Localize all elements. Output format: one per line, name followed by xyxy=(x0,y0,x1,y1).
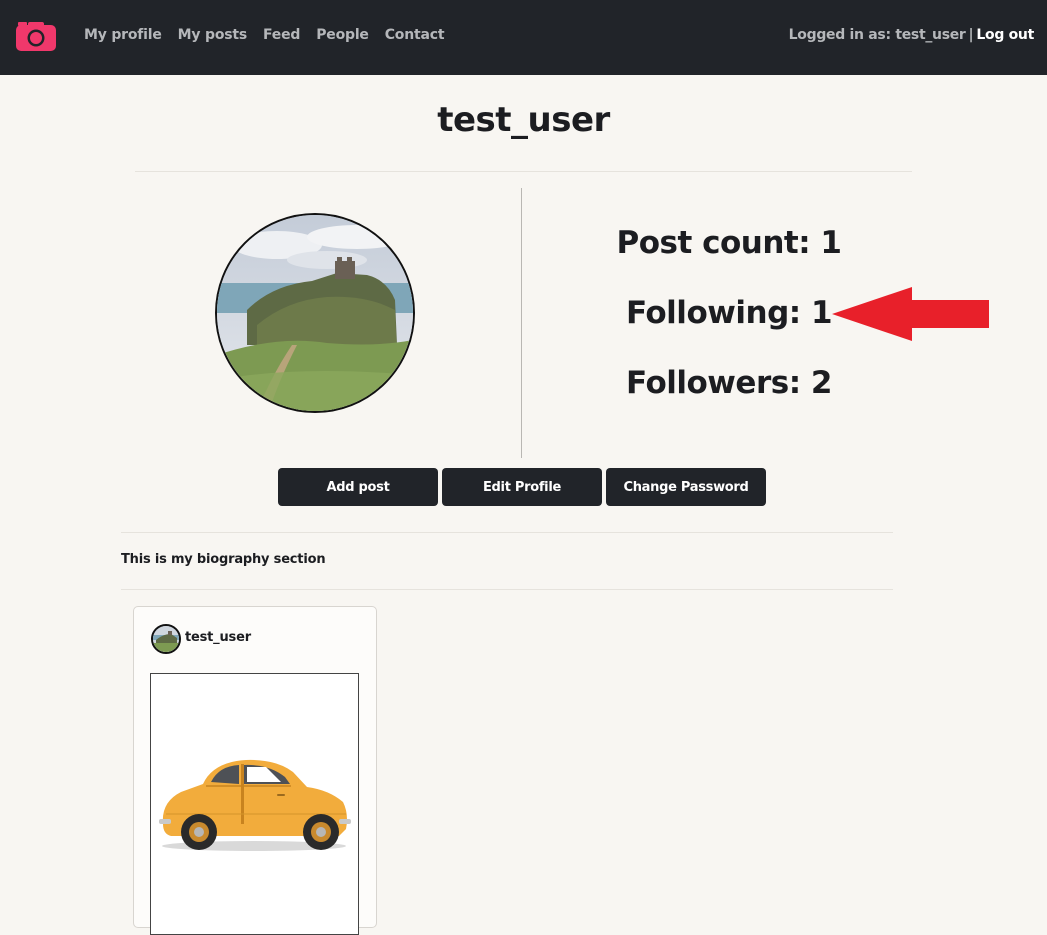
castle-landscape-photo xyxy=(217,215,413,411)
red-arrow-icon xyxy=(832,287,989,341)
add-post-button[interactable]: Add post xyxy=(278,468,438,506)
post-author-avatar[interactable] xyxy=(151,624,181,654)
logout-link[interactable]: Log out xyxy=(976,27,1034,43)
castle-landscape-photo xyxy=(153,626,179,652)
divider xyxy=(121,589,893,590)
edit-profile-button[interactable]: Edit Profile xyxy=(442,468,602,506)
post-author-name[interactable]: test_user xyxy=(185,630,251,645)
divider xyxy=(135,171,912,172)
nav-feed[interactable]: Feed xyxy=(263,27,300,43)
profile-username-title: test_user xyxy=(437,100,610,140)
profile-actions: Add post Edit Profile Change Password xyxy=(278,468,766,506)
post-count: Post count: 1 xyxy=(616,225,842,261)
separator: | xyxy=(968,27,974,43)
navbar: My profile My posts Feed People Contact … xyxy=(0,0,1047,75)
nav-my-profile[interactable]: My profile xyxy=(84,27,162,43)
divider xyxy=(121,532,893,533)
profile-avatar xyxy=(215,213,415,413)
change-password-button[interactable]: Change Password xyxy=(606,468,766,506)
nav-my-posts[interactable]: My posts xyxy=(178,27,248,43)
session-info: Logged in as: test_user | Log out xyxy=(788,27,1035,43)
post-image[interactable] xyxy=(150,673,359,935)
post-card[interactable]: test_user xyxy=(133,606,377,935)
nav-people[interactable]: People xyxy=(316,27,369,43)
followers-count[interactable]: Followers: 2 xyxy=(522,365,936,401)
nav-contact[interactable]: Contact xyxy=(385,27,445,43)
camera-icon[interactable] xyxy=(15,20,57,52)
yellow-car-photo xyxy=(159,759,351,851)
nav-links: My profile My posts Feed People Contact xyxy=(84,27,445,43)
logged-in-label: Logged in as: test_user xyxy=(788,27,966,43)
biography: This is my biography section xyxy=(121,552,326,567)
